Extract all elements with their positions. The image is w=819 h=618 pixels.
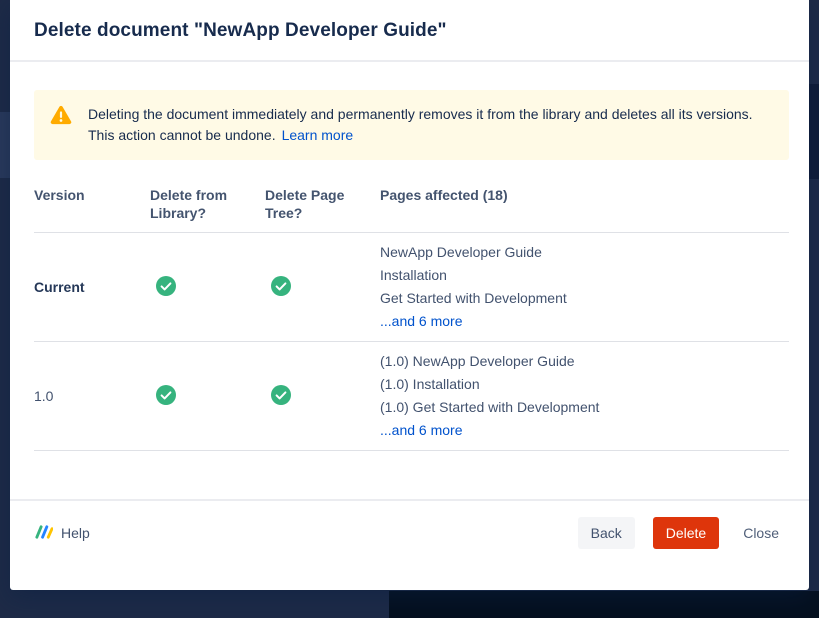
modal-title: Delete document "NewApp Developer Guide"	[34, 20, 785, 42]
table-row: Current NewApp Developer Guide Installa	[34, 233, 789, 342]
and-more-link[interactable]: ...and 6 more	[380, 419, 463, 442]
page-item: Get Started with Development	[380, 287, 789, 310]
table-row: 1.0 (1.0) NewApp Developer Guide (1.0)	[34, 342, 789, 451]
table-header-row: Version Delete from Library? Delete Page…	[34, 186, 789, 233]
check-circle-icon	[265, 385, 380, 408]
page-item: (1.0) Get Started with Development	[380, 396, 789, 419]
help-button[interactable]: Help	[34, 524, 90, 543]
modal-header: Delete document "NewApp Developer Guide"	[10, 0, 809, 62]
backdrop-left-panel	[0, 112, 10, 178]
delete-document-modal: Delete document "NewApp Developer Guide"…	[10, 0, 809, 590]
warning-triangle-icon	[50, 104, 72, 128]
help-label: Help	[61, 525, 90, 541]
page-item: NewApp Developer Guide	[380, 241, 789, 264]
check-circle-icon	[265, 276, 380, 299]
page-item: Installation	[380, 264, 789, 287]
pages-affected-list: NewApp Developer Guide Installation Get …	[380, 241, 789, 333]
col-header-pages-affected: Pages affected (18)	[380, 186, 789, 222]
page-item: (1.0) Installation	[380, 373, 789, 396]
pages-affected-list: (1.0) NewApp Developer Guide (1.0) Insta…	[380, 350, 789, 442]
warning-message: Deleting the document immediately and pe…	[88, 106, 753, 143]
learn-more-link[interactable]: Learn more	[282, 127, 354, 143]
delete-button[interactable]: Delete	[653, 517, 719, 549]
col-header-version: Version	[34, 186, 150, 222]
backdrop-bottom-dark	[389, 591, 819, 618]
versions-table: Version Delete from Library? Delete Page…	[34, 186, 789, 451]
close-button[interactable]: Close	[737, 517, 785, 549]
warning-text: Deleting the document immediately and pe…	[88, 104, 773, 146]
check-circle-icon	[150, 385, 265, 408]
version-label: 1.0	[34, 388, 150, 404]
col-header-delete-page-tree: Delete Page Tree?	[265, 186, 380, 222]
version-label: Current	[34, 279, 150, 295]
back-button[interactable]: Back	[578, 517, 635, 549]
modal-footer: Help Back Delete Close	[10, 499, 809, 590]
footer-actions: Back Delete Close	[578, 517, 785, 549]
and-more-link[interactable]: ...and 6 more	[380, 310, 463, 333]
col-header-delete-from-library: Delete from Library?	[150, 186, 265, 222]
page-item: (1.0) NewApp Developer Guide	[380, 350, 789, 373]
check-circle-icon	[150, 276, 265, 299]
help-logo-icon	[34, 524, 53, 543]
modal-body: Deleting the document immediately and pe…	[10, 62, 809, 451]
warning-banner: Deleting the document immediately and pe…	[34, 90, 789, 160]
